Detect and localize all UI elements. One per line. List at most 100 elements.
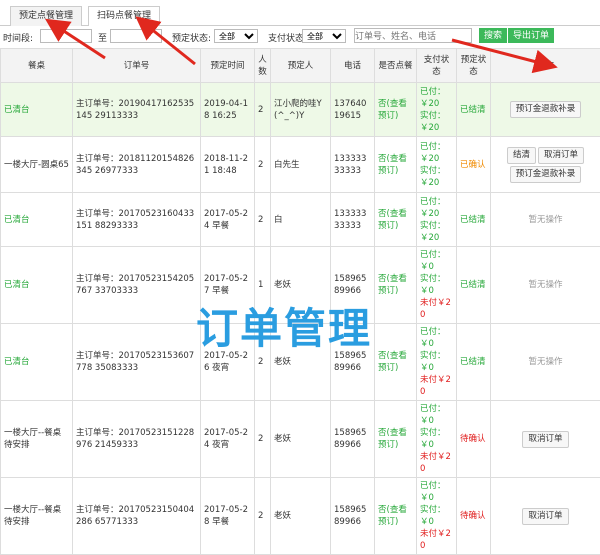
cell-reserve-time: 2017-05-26 夜宵 — [201, 324, 255, 401]
cell-pay-status: 已付：￥0实付：￥0未付￥20 — [417, 247, 457, 324]
cell-reserve-status: 待确认 — [457, 478, 491, 555]
header-ordered: 是否点餐 — [375, 49, 417, 83]
cell-reserver: 老妖 — [271, 401, 331, 478]
start-date-input[interactable] — [40, 29, 92, 43]
table-row: 已清台主订单号：20170523160433151 882933332017-0… — [1, 193, 600, 247]
cell-people: 2 — [255, 324, 271, 401]
cell-reserve-status: 待确认 — [457, 401, 491, 478]
table-body: 已清台 主订单号：20190417162535145 291133332019-0… — [1, 83, 600, 555]
view-reservation-link[interactable]: 否(查看预订) — [375, 401, 417, 478]
cell-people: 2 — [255, 83, 271, 137]
cell-pay-status: 已付：￥0实付：￥0未付￥20 — [417, 401, 457, 478]
view-reservation-link[interactable]: 否(查看预订) — [375, 137, 417, 193]
search-input[interactable] — [354, 28, 472, 43]
action-button[interactable]: 结清 — [507, 147, 536, 164]
pay-line: 已付： — [420, 480, 453, 492]
cell-reserve-time: 2017-05-24 夜宵 — [201, 401, 255, 478]
cell-table: 一楼大厅--餐桌待安排 — [1, 401, 73, 478]
action-button[interactable]: 取消订单 — [522, 431, 568, 448]
pay-line: 未付￥20 — [420, 528, 453, 552]
cell-reserve-status: 已结清 — [457, 324, 491, 401]
pay-line: 实付： — [420, 273, 453, 285]
pay-line: 实付： — [420, 350, 453, 362]
pay-status-label: 支付状态 — [268, 31, 304, 44]
tab-reservation-orders[interactable]: 预定点餐管理 — [10, 6, 82, 26]
cell-pay-status: 已付：￥20实付：￥20 — [417, 83, 457, 137]
tab-bar: 预定点餐管理 扫码点餐管理 — [0, 0, 600, 26]
table-row: 已清台主订单号：20170523153607778 350833332017-0… — [1, 324, 600, 401]
export-button[interactable]: 导出订单 — [508, 28, 554, 43]
header-actions: 操作 — [491, 49, 600, 83]
action-button[interactable]: 取消订单 — [538, 147, 584, 164]
header-reserve-status: 预定状态 — [457, 49, 491, 83]
cell-reserver: 白先生 — [271, 137, 331, 193]
pay-line: 未付￥20 — [420, 297, 453, 321]
cell-actions: 预订金退款补录 — [491, 83, 600, 137]
pay-line: 已付： — [420, 326, 453, 338]
cell-order-no: 主订单号：20170523153607778 35083333 — [73, 324, 201, 401]
cell-reserve-time: 2019-04-18 16:25 — [201, 83, 255, 137]
pay-line: 已付： — [420, 141, 453, 153]
table-row: 一楼大厅--餐桌待安排主订单号：20170523150404286 657713… — [1, 478, 600, 555]
to-label: 至 — [98, 31, 107, 44]
cell-people: 2 — [255, 193, 271, 247]
pay-line: 已付： — [420, 403, 453, 415]
cell-reserve-status: 已确认 — [457, 137, 491, 193]
cell-phone: 15896589966 — [331, 247, 375, 324]
cell-order-no: 主订单号：20190417162535145 29113333 — [73, 83, 201, 137]
end-date-input[interactable] — [110, 29, 162, 43]
pay-status-select[interactable]: 全部 — [302, 29, 346, 43]
cell-reserver: 白 — [271, 193, 331, 247]
pay-line: 实付： — [420, 504, 453, 516]
cell-order-no: 主订单号：20170523154205767 33703333 — [73, 247, 201, 324]
cell-phone: 15896589966 — [331, 324, 375, 401]
cell-table: 已清台 — [1, 247, 73, 324]
cell-table: 一楼大厅--餐桌待安排 — [1, 478, 73, 555]
cell-phone: 13764019615 — [331, 83, 375, 137]
cell-actions: 暂无操作 — [491, 247, 600, 324]
pay-line: ￥20 — [420, 122, 453, 134]
cell-order-no: 主订单号：20170523151228976 21459333 — [73, 401, 201, 478]
cell-table: 已清台 — [1, 193, 73, 247]
view-reservation-link[interactable]: 否(查看预订) — [375, 478, 417, 555]
cell-people: 2 — [255, 401, 271, 478]
action-button[interactable]: 预订金退款补录 — [510, 166, 582, 183]
cell-reserve-status: 已结清 — [457, 193, 491, 247]
view-reservation-link[interactable]: 否(查看预订) — [375, 324, 417, 401]
cell-actions: 暂无操作 — [491, 324, 600, 401]
pay-line: 已付： — [420, 196, 453, 208]
filter-bar: 时间段: 至 预定状态: 全部 支付状态 全部 搜索 导出订单 — [0, 26, 600, 48]
no-action-text: 暂无操作 — [528, 215, 562, 225]
action-button[interactable]: 取消订单 — [522, 508, 568, 525]
pay-line: 实付： — [420, 110, 453, 122]
view-reservation-link[interactable]: 否(查看预订) — [375, 193, 417, 247]
no-action-text: 暂无操作 — [528, 357, 562, 367]
view-reservation-link[interactable]: 否(查看预订) — [375, 247, 417, 324]
action-button[interactable]: 预订金退款补录 — [510, 101, 582, 118]
pay-line: 实付： — [420, 165, 453, 177]
header-table: 餐桌 — [1, 49, 73, 83]
search-button[interactable]: 搜索 — [479, 28, 507, 43]
cell-actions: 取消订单 — [491, 401, 600, 478]
table-row: 一楼大厅-圆桌65主订单号：20181120154826345 26977333… — [1, 137, 600, 193]
cell-reserver: 老妖 — [271, 324, 331, 401]
pay-line: ￥20 — [420, 98, 453, 110]
pay-line: ￥0 — [420, 362, 453, 374]
cell-reserver: 老妖 — [271, 247, 331, 324]
pay-line: ￥0 — [420, 439, 453, 451]
tab-scan-orders[interactable]: 扫码点餐管理 — [88, 6, 160, 26]
cell-phone: 15896589966 — [331, 478, 375, 555]
table-row: 已清台主订单号：20190417162535145 291133332019-0… — [1, 83, 600, 137]
cell-pay-status: 已付：￥20实付：￥20 — [417, 193, 457, 247]
status-select[interactable]: 全部 — [214, 29, 258, 43]
header-reserver: 预定人 — [271, 49, 331, 83]
cell-people: 2 — [255, 137, 271, 193]
no-action-text: 暂无操作 — [528, 280, 562, 290]
pay-line: ￥20 — [420, 208, 453, 220]
cell-order-no: 主订单号：20170523160433151 88293333 — [73, 193, 201, 247]
pay-line: 实付： — [420, 220, 453, 232]
view-reservation-link[interactable]: 否(查看预订) — [375, 83, 417, 137]
cell-actions: 暂无操作 — [491, 193, 600, 247]
cell-phone: 13333333333 — [331, 137, 375, 193]
orders-table: 餐桌 订单号 预定时间 人数 预定人 电话 是否点餐 支付状态 预定状态 操作 … — [0, 48, 600, 555]
